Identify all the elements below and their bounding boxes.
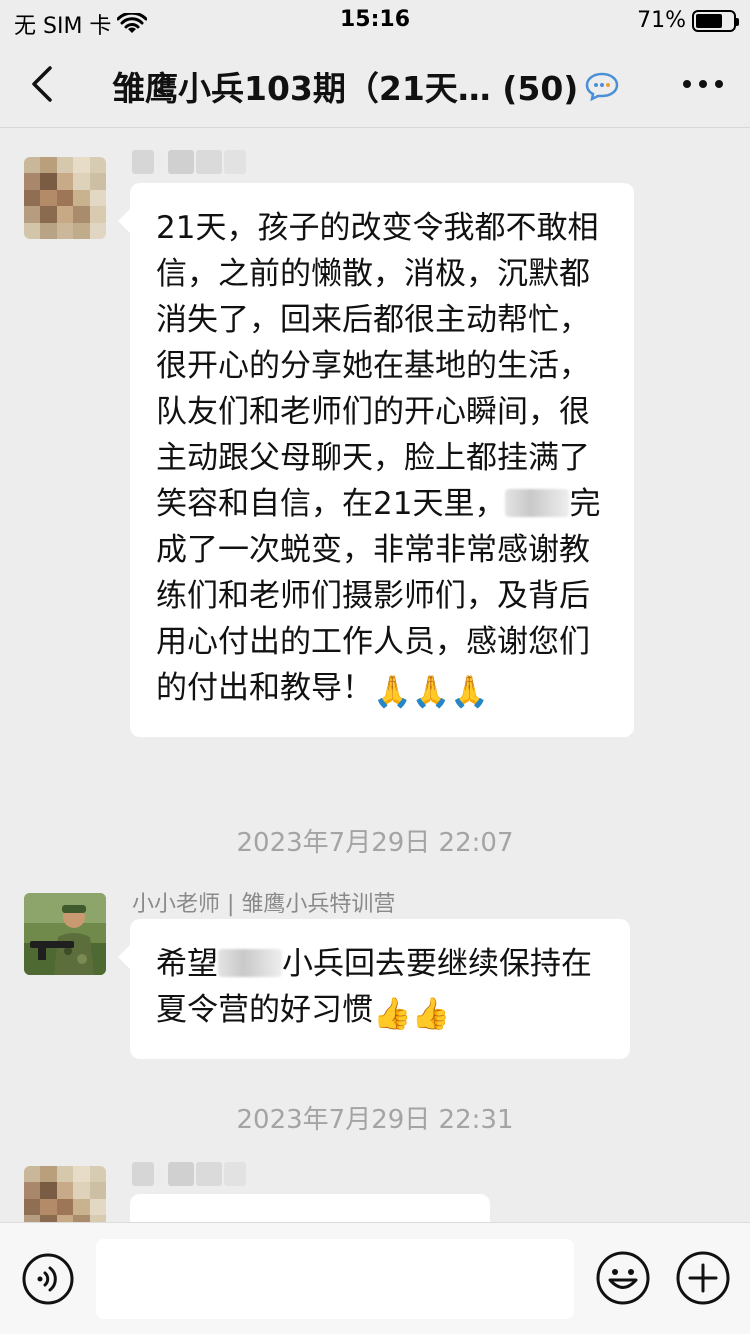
message-timestamp: 2023年7月29日 22:07 xyxy=(236,828,514,858)
message-text: 希望 xyxy=(156,946,218,982)
avatar[interactable] xyxy=(24,893,106,975)
blurred-name-redaction xyxy=(218,949,282,977)
message-bubble-partial[interactable] xyxy=(130,1194,490,1222)
message-bubble[interactable]: 21天，孩子的改变令我都不敢相信，之前的懒散，消极，沉默都消失了，回来后都很主动… xyxy=(118,183,634,737)
sender-name: 小小老师 | 雏鹰小兵特训营 xyxy=(132,892,396,917)
status-bar: 无 SIM 卡 15:16 71% xyxy=(0,0,750,40)
chat-title: 雏鹰小兵103期（21天… (50) xyxy=(112,69,579,108)
message-timestamp: 2023年7月29日 22:31 xyxy=(236,1105,514,1135)
chevron-left-icon[interactable] xyxy=(22,60,66,108)
chat-title-group[interactable]: 雏鹰小兵103期（21天… (50) xyxy=(112,62,620,110)
blurred-name-redaction xyxy=(505,489,570,517)
pixelated-avatar-image xyxy=(24,157,106,239)
battery-group: 71% xyxy=(637,8,739,33)
voice-icon[interactable] xyxy=(22,1253,74,1305)
battery-percent: 71% xyxy=(637,8,686,33)
teacher-avatar-image xyxy=(24,893,106,975)
message-text: 21天，孩子的改变令我都不敢相信，之前的懒散，消极，沉默都消失了，回来后都很主动… xyxy=(156,210,599,522)
chat-bubble-icon xyxy=(586,72,619,101)
avatar[interactable] xyxy=(24,1166,106,1222)
chat-header: 雏鹰小兵103期（21天… (50) xyxy=(0,40,750,128)
avatar[interactable] xyxy=(24,157,106,239)
emoji-face-icon[interactable] xyxy=(596,1251,650,1305)
sender-name-blurred xyxy=(132,1162,246,1186)
message-bubble[interactable]: 希望 小兵回去要继续保持在夏令营的好习惯👍👍 xyxy=(118,919,630,1059)
more-dots-icon[interactable] xyxy=(678,70,728,98)
input-bar xyxy=(0,1222,750,1334)
pray-hands-emoji: 🙏🙏🙏 xyxy=(373,674,489,710)
thumbs-up-emoji: 👍👍 xyxy=(373,996,451,1032)
plus-circle-icon[interactable] xyxy=(676,1251,730,1305)
sender-name-blurred xyxy=(132,150,246,174)
battery-level-fill xyxy=(696,13,722,28)
pixelated-avatar-image xyxy=(24,1166,106,1222)
message-input[interactable] xyxy=(96,1239,574,1319)
battery-icon xyxy=(692,9,739,32)
